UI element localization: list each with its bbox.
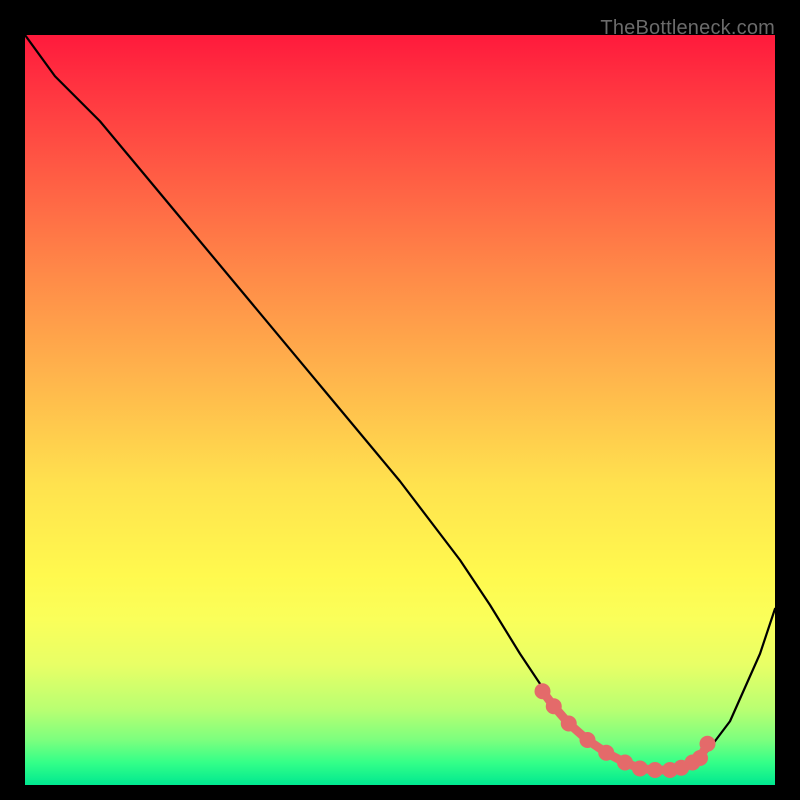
plot-area — [25, 35, 775, 785]
bottleneck-valley-markers — [535, 683, 716, 778]
marker-dot — [617, 755, 633, 771]
marker-dot — [632, 761, 648, 777]
marker-dot — [700, 736, 716, 752]
marker-dot — [598, 745, 614, 761]
marker-dot — [580, 732, 596, 748]
curve-layer — [25, 35, 775, 785]
marker-dot — [647, 762, 663, 778]
chart-frame: TheBottleneck.com — [15, 15, 785, 785]
marker-dot — [692, 750, 708, 766]
marker-dot — [546, 698, 562, 714]
marker-dot — [535, 683, 551, 699]
bottleneck-curve — [25, 35, 775, 770]
marker-dot — [561, 716, 577, 732]
